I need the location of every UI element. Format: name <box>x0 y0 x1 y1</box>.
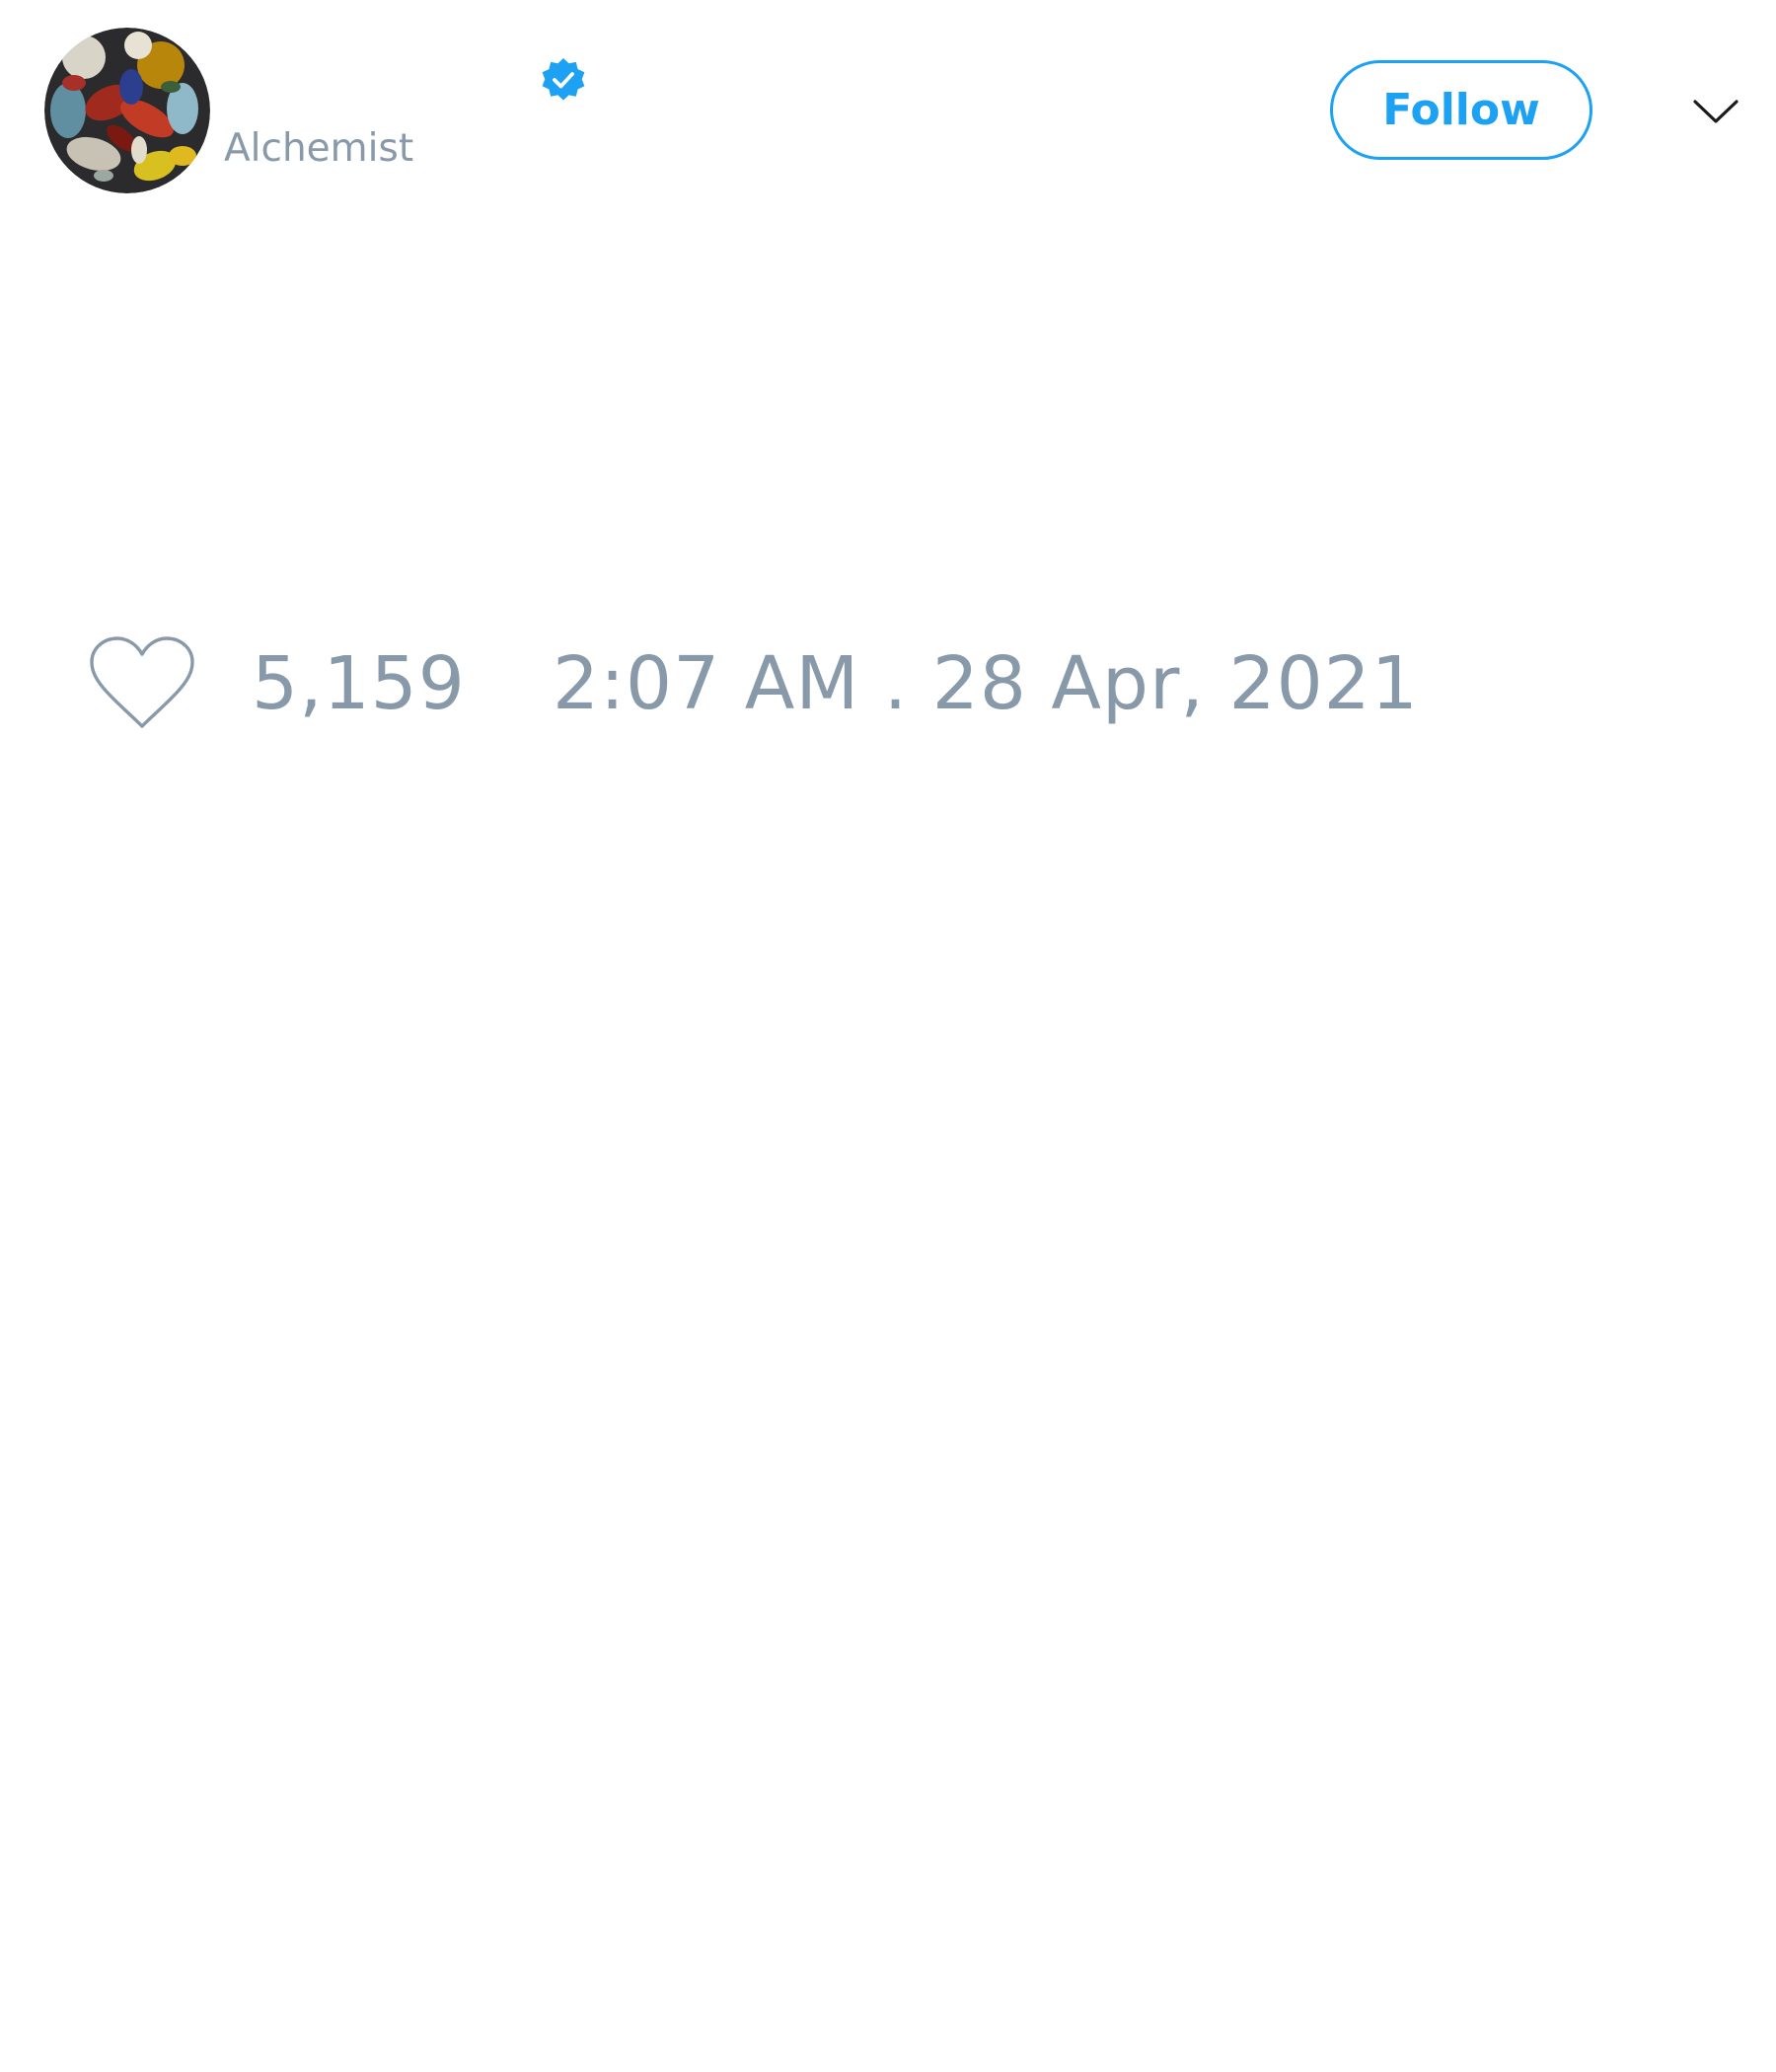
verified-badge-icon <box>541 57 586 103</box>
chevron-down-icon[interactable] <box>1691 87 1740 136</box>
tweet-timestamp[interactable]: 2:07 AM . 28 Apr, 2021 <box>553 639 1419 728</box>
like-count: 5,159 <box>252 641 466 726</box>
follow-button[interactable]: Follow <box>1330 60 1592 160</box>
avatar[interactable] <box>44 28 210 193</box>
tweet-card: Alchemist Follow 5,159 2:07 AM . 28 Apr,… <box>0 0 1776 2072</box>
avatar-image <box>44 28 210 193</box>
heart-outline-icon[interactable] <box>89 635 195 732</box>
user-handle[interactable]: Alchemist <box>224 124 413 174</box>
